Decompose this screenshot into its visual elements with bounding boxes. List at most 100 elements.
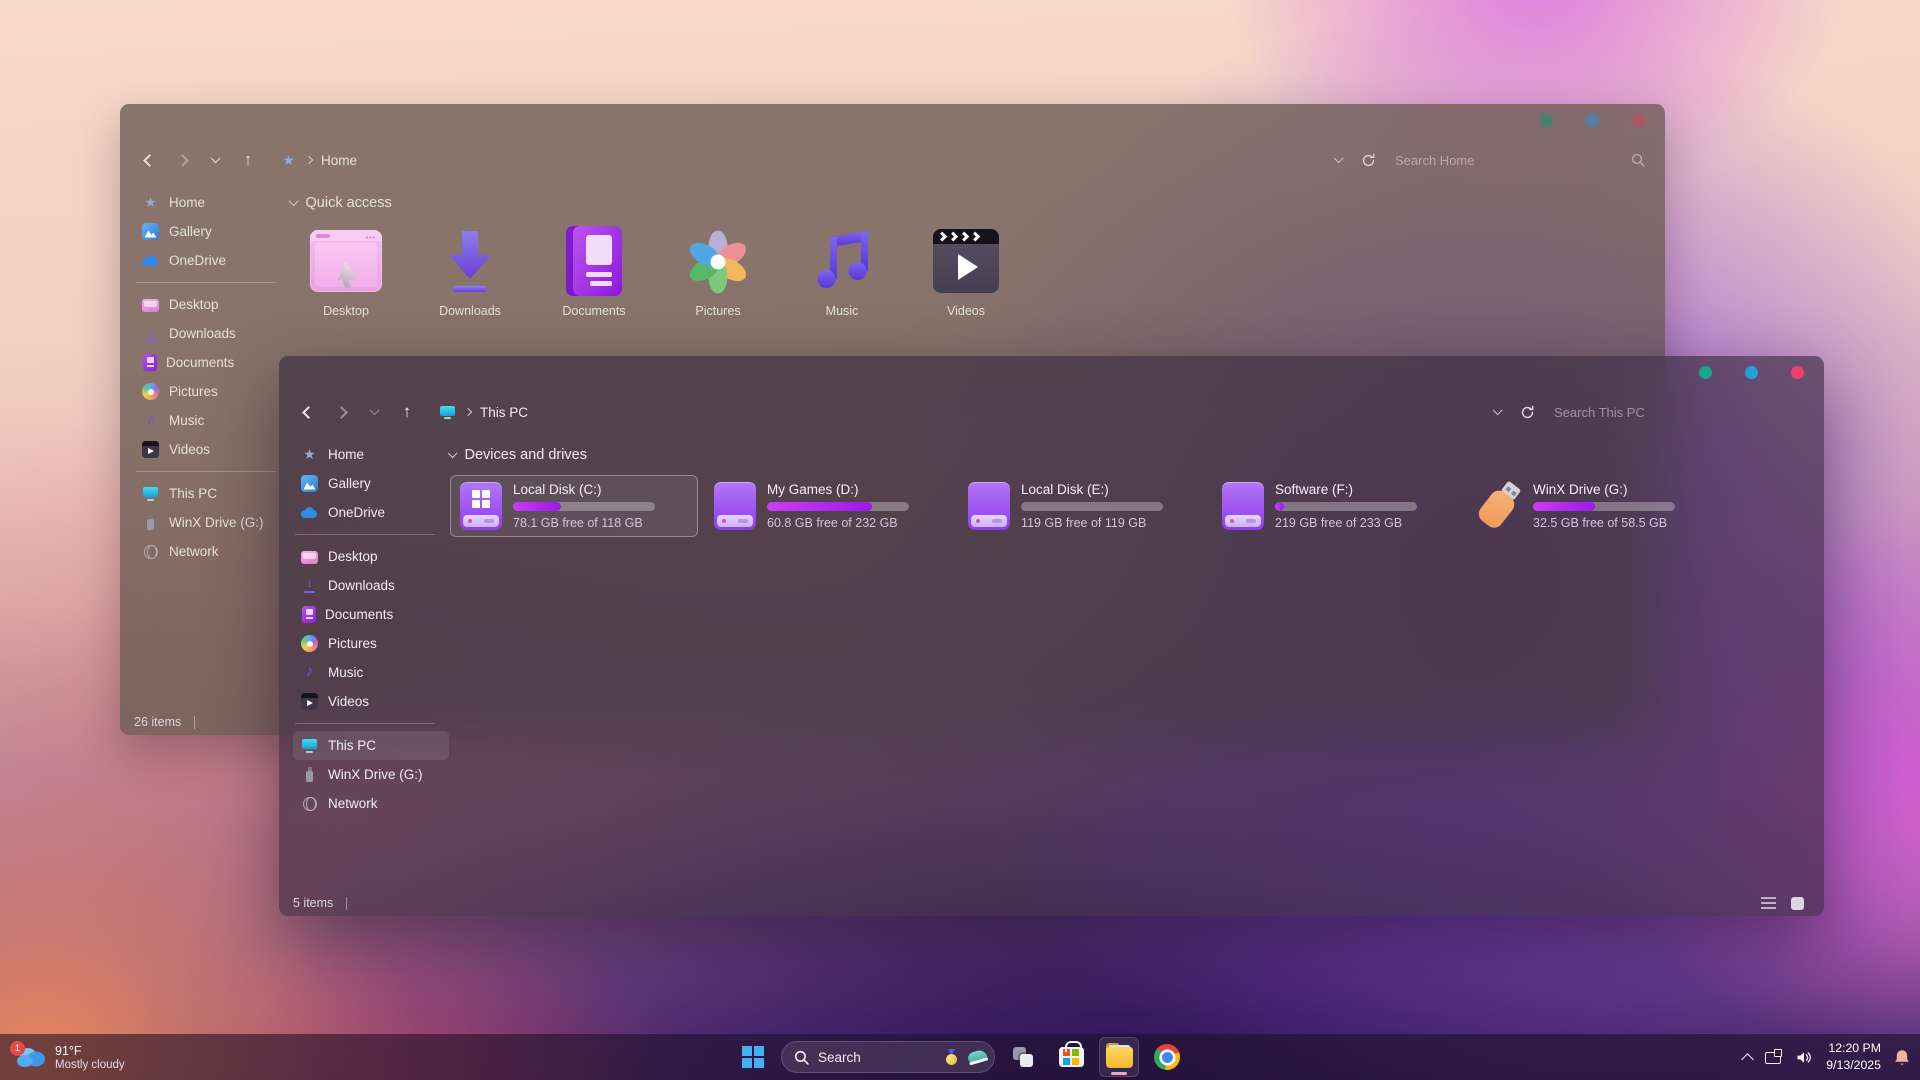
drive-info: Local Disk (E:)119 GB free of 119 GB <box>1021 482 1163 530</box>
section-devices-and-drives[interactable]: Devices and drives <box>449 444 1806 466</box>
notification-bell-icon[interactable] <box>1894 1049 1910 1066</box>
drive-my-games-d[interactable]: My Games (D:)60.8 GB free of 232 GB <box>705 476 951 536</box>
quick-access-documents[interactable]: Documents <box>538 222 650 318</box>
maximize-dot[interactable] <box>1586 114 1599 127</box>
large-icons-view-icon[interactable] <box>1791 897 1804 910</box>
up-button[interactable] <box>233 145 263 175</box>
refresh-icon <box>1361 153 1376 168</box>
sidebar-item-onedrive[interactable]: OneDrive <box>293 498 449 527</box>
sidebar-item-label: Music <box>328 665 363 680</box>
microsoft-store-button[interactable] <box>1051 1037 1091 1077</box>
sidebar-item-this-pc[interactable]: This PC <box>134 479 290 508</box>
sidebar-item-gallery[interactable]: Gallery <box>293 469 449 498</box>
capacity-bar-fill <box>1021 502 1022 511</box>
quick-access-label: Documents <box>562 304 625 318</box>
quick-access-music[interactable]: Music <box>786 222 898 318</box>
search-input[interactable] <box>1395 153 1623 168</box>
up-button[interactable] <box>392 397 422 427</box>
quick-access-label: Pictures <box>695 304 740 318</box>
close-dot[interactable] <box>1791 366 1804 379</box>
search-box[interactable] <box>1395 153 1645 168</box>
maximize-dot[interactable] <box>1745 366 1758 379</box>
sidebar-item-winx-drive-g[interactable]: WinX Drive (G:) <box>293 760 449 789</box>
weather-widget[interactable]: 1 91°F Mostly cloudy <box>6 1037 135 1077</box>
sidebar-item-label: Desktop <box>328 549 378 564</box>
sidebar-item-downloads[interactable]: Downloads <box>134 319 290 348</box>
section-quick-access[interactable]: Quick access <box>290 192 1647 214</box>
status-bar-this-pc: 5 items <box>279 890 1824 916</box>
network-icon <box>301 795 318 812</box>
file-explorer-button[interactable] <box>1099 1037 1139 1077</box>
quick-access-downloads[interactable]: Downloads <box>414 222 526 318</box>
sidebar-item-documents[interactable]: Documents <box>134 348 290 377</box>
drive-software-f[interactable]: Software (F:)219 GB free of 233 GB <box>1213 476 1459 536</box>
drive-info: Software (F:)219 GB free of 233 GB <box>1275 482 1417 530</box>
titlebar-home[interactable] <box>120 104 1665 138</box>
sidebar-item-gallery[interactable]: Gallery <box>134 217 290 246</box>
network-icon[interactable] <box>1765 1051 1782 1065</box>
clock[interactable]: 12:20 PM 9/13/2025 <box>1826 1040 1881 1073</box>
search-icon <box>1631 153 1645 167</box>
quick-access-desktop[interactable]: Desktop <box>290 222 402 318</box>
drives-list: Local Disk (C:)78.1 GB free of 118 GB My… <box>451 476 1806 536</box>
recent-locations-button[interactable] <box>359 397 389 427</box>
sidebar-item-pictures[interactable]: Pictures <box>134 377 290 406</box>
minimize-dot[interactable] <box>1699 366 1712 379</box>
breadcrumb[interactable]: Home <box>280 152 357 169</box>
sidebar-item-music[interactable]: Music <box>134 406 290 435</box>
titlebar-this-pc[interactable] <box>279 356 1824 390</box>
address-dropdown-chevron[interactable] <box>1492 406 1501 415</box>
sidebar-item-network[interactable]: Network <box>134 537 290 566</box>
details-view-icon[interactable] <box>1761 897 1776 909</box>
refresh-button[interactable] <box>1512 397 1542 427</box>
sidebar-item-downloads[interactable]: Downloads <box>293 571 449 600</box>
recent-locations-button[interactable] <box>200 145 230 175</box>
chevron-down-icon <box>210 154 219 163</box>
sidebar-item-home[interactable]: Home <box>293 440 449 469</box>
music-folder-icon <box>804 223 880 299</box>
refresh-button[interactable] <box>1353 145 1383 175</box>
forward-button[interactable] <box>326 397 356 427</box>
desktop-folder-icon <box>310 230 382 292</box>
breadcrumb[interactable]: This PC <box>439 404 528 421</box>
minimize-dot[interactable] <box>1540 114 1553 127</box>
sidebar-item-desktop[interactable]: Desktop <box>293 542 449 571</box>
address-dropdown-chevron[interactable] <box>1333 154 1342 163</box>
tray-overflow-button[interactable] <box>1743 1051 1752 1064</box>
quick-access-videos[interactable]: Videos <box>910 222 1022 318</box>
sidebar-item-this-pc[interactable]: This PC <box>293 731 449 760</box>
sidebar-item-network[interactable]: Network <box>293 789 449 818</box>
sidebar-item-videos[interactable]: Videos <box>134 435 290 464</box>
drive-local-disk-e[interactable]: Local Disk (E:)119 GB free of 119 GB <box>959 476 1205 536</box>
sidebar-item-videos[interactable]: Videos <box>293 687 449 716</box>
sneaker-icon <box>966 1048 988 1067</box>
forward-button[interactable] <box>167 145 197 175</box>
sidebar-item-label: Downloads <box>169 326 236 341</box>
taskbar-search-box[interactable]: Search <box>781 1041 995 1073</box>
sidebar-item-pictures[interactable]: Pictures <box>293 629 449 658</box>
sidebar-item-home[interactable]: Home <box>134 188 290 217</box>
search-input[interactable] <box>1554 405 1804 420</box>
drive-local-disk-c[interactable]: Local Disk (C:)78.1 GB free of 118 GB <box>451 476 697 536</box>
hard-drive-icon <box>1222 482 1264 530</box>
window-controls <box>1540 114 1645 127</box>
task-view-button[interactable] <box>1003 1037 1043 1077</box>
clock-date: 9/13/2025 <box>1826 1057 1881 1074</box>
sidebar-item-documents[interactable]: Documents <box>293 600 449 629</box>
volume-icon[interactable] <box>1795 1050 1813 1065</box>
back-button[interactable] <box>134 145 164 175</box>
sidebar-item-desktop[interactable]: Desktop <box>134 290 290 319</box>
desktop-icon <box>301 551 318 564</box>
onedrive-icon <box>142 252 159 269</box>
search-box[interactable] <box>1554 405 1804 420</box>
chrome-button[interactable] <box>1147 1037 1187 1077</box>
start-button[interactable] <box>733 1037 773 1077</box>
sidebar-item-winx-drive-g[interactable]: WinX Drive (G:) <box>134 508 290 537</box>
sidebar-item-onedrive[interactable]: OneDrive <box>134 246 290 275</box>
quick-access-pictures[interactable]: Pictures <box>662 222 774 318</box>
back-button[interactable] <box>293 397 323 427</box>
sidebar-item-label: Documents <box>166 355 234 370</box>
sidebar-item-music[interactable]: Music <box>293 658 449 687</box>
close-dot[interactable] <box>1632 114 1645 127</box>
drive-winx-drive-g[interactable]: WinX Drive (G:)32.5 GB free of 58.5 GB <box>1467 476 1713 536</box>
